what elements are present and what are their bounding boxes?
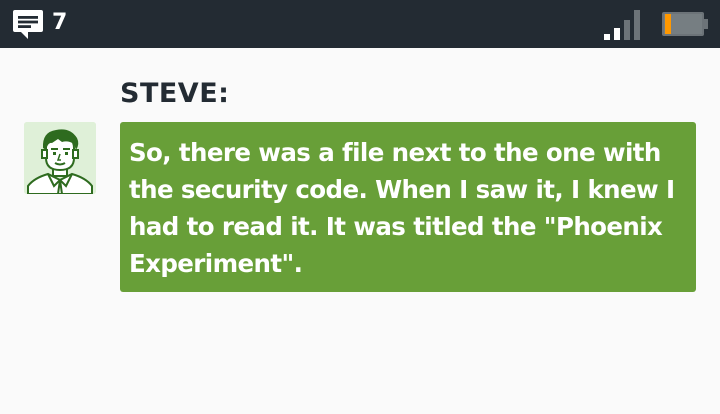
message-count: 7	[52, 10, 68, 35]
speaker-name: STEVE:	[120, 78, 230, 109]
dialogue-text: So, there was a file next to the one wit…	[129, 138, 675, 278]
steve-portrait-icon	[24, 122, 96, 194]
steve-avatar	[24, 122, 96, 194]
message-icon[interactable]	[12, 8, 44, 40]
signal-strength-icon	[604, 10, 640, 40]
dialogue-bubble[interactable]: So, there was a file next to the one wit…	[120, 122, 696, 292]
status-bar: 7	[0, 0, 720, 48]
battery-low-icon	[662, 12, 708, 36]
